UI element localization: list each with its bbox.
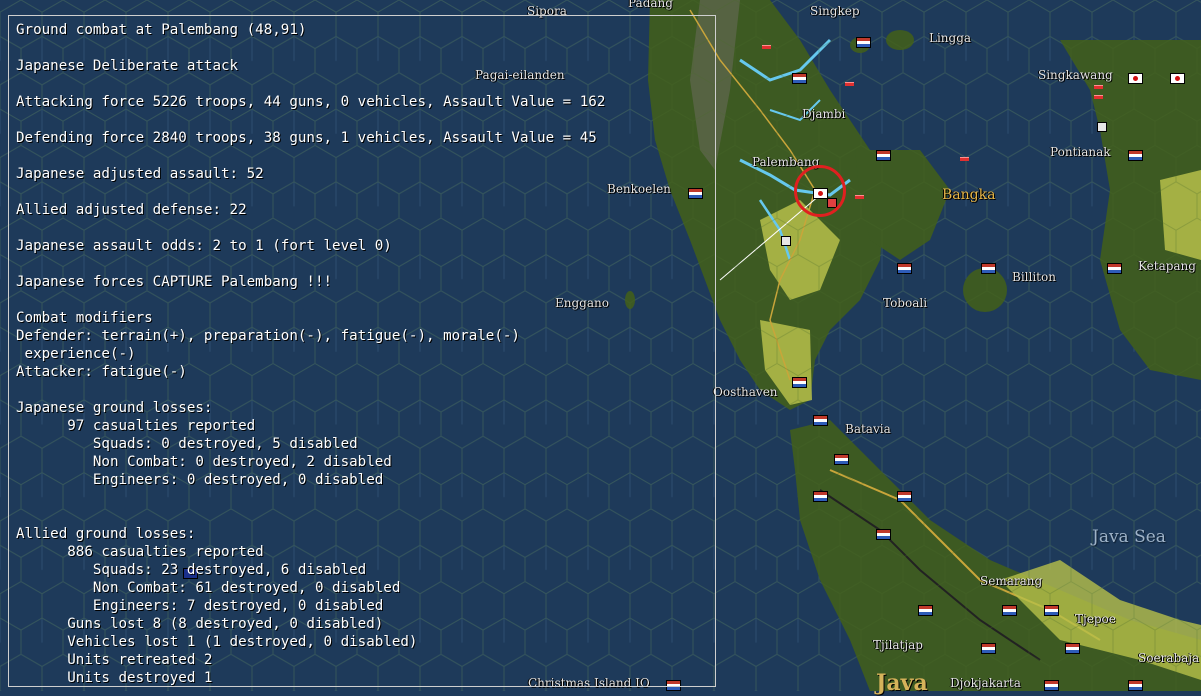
selected-hex-ring[interactable]	[794, 165, 846, 217]
allied-unit-flag[interactable]	[981, 643, 996, 654]
report-line: Allied ground losses:	[16, 526, 196, 542]
allied-unit-flag[interactable]	[897, 263, 912, 274]
report-line: Defending force 2840 troops, 38 guns, 1 …	[16, 130, 597, 146]
report-line	[16, 111, 715, 129]
report-line: Non Combat: 0 destroyed, 2 disabled	[16, 454, 392, 470]
japanese-unit-flag[interactable]	[1170, 73, 1185, 84]
allied-unit-flag[interactable]	[1128, 680, 1143, 691]
allied-unit-flag[interactable]	[813, 491, 828, 502]
report-line	[16, 255, 715, 273]
ship-icon[interactable]	[845, 82, 854, 86]
report-line: Squads: 0 destroyed, 5 disabled	[16, 436, 358, 452]
map-label-semarang: Semarang	[980, 574, 1043, 588]
allied-unit-flag[interactable]	[1065, 643, 1080, 654]
report-line	[16, 147, 715, 165]
map-label-tjepoe: Tjepoe	[1075, 612, 1116, 626]
map-label-singkawang: Singkawang	[1038, 68, 1113, 82]
report-line: Engineers: 7 destroyed, 0 disabled	[16, 598, 384, 614]
map-label-oosthaven: Oosthaven	[713, 385, 778, 399]
allied-unit-flag[interactable]	[1044, 605, 1059, 616]
report-line: Defender: terrain(+), preparation(-), fa…	[16, 328, 520, 344]
report-line	[16, 507, 715, 525]
airbase-icon[interactable]	[781, 236, 791, 246]
map-label-pontianak: Pontianak	[1050, 145, 1111, 159]
report-line: Units retreated 2	[16, 652, 213, 668]
report-line: Combat modifiers	[16, 310, 153, 326]
report-line	[16, 489, 715, 507]
allied-unit-flag[interactable]	[792, 73, 807, 84]
combat-report-lines: Ground combat at Palembang (48,91) Japane…	[16, 21, 715, 687]
report-line: Japanese ground losses:	[16, 400, 213, 416]
allied-unit-flag[interactable]	[813, 415, 828, 426]
report-line	[16, 75, 715, 93]
allied-unit-flag[interactable]	[981, 263, 996, 274]
allied-unit-flag[interactable]	[876, 150, 891, 161]
ship-icon[interactable]	[1094, 85, 1103, 89]
report-line	[16, 39, 715, 57]
allied-unit-flag[interactable]	[1128, 150, 1143, 161]
report-line: experience(-)	[16, 346, 136, 362]
report-line: Units destroyed 1	[16, 670, 213, 686]
report-line	[16, 291, 715, 309]
map-label-java-sea: Java Sea	[1092, 527, 1166, 547]
map-label-toboali: Toboali	[883, 296, 928, 310]
allied-unit-flag[interactable]	[792, 377, 807, 388]
combat-report-panel: Ground combat at Palembang (48,91) Japane…	[8, 15, 716, 687]
map-label-ketapang: Ketapang	[1138, 259, 1196, 273]
japanese-unit-flag[interactable]	[1128, 73, 1143, 84]
airbase-icon[interactable]	[1097, 122, 1107, 132]
report-line	[16, 183, 715, 201]
report-line: Japanese assault odds: 2 to 1 (fort leve…	[16, 238, 392, 254]
map-label-billiton: Billiton	[1012, 270, 1056, 284]
ship-icon[interactable]	[855, 195, 864, 199]
map-label-djokjakarta: Djokjakarta	[950, 676, 1021, 690]
map-label-java: Java	[876, 670, 928, 696]
allied-unit-flag[interactable]	[876, 529, 891, 540]
report-line: Engineers: 0 destroyed, 0 disabled	[16, 472, 384, 488]
report-line: Attacker: fatigue(-)	[16, 364, 187, 380]
map-label-djambi: Djambi	[802, 107, 846, 121]
map-label-soerabaja: Soerabaja	[1138, 651, 1200, 665]
map-label-singkep: Singkep	[810, 4, 860, 18]
report-line: Attacking force 5226 troops, 44 guns, 0 …	[16, 94, 606, 110]
allied-unit-flag[interactable]	[918, 605, 933, 616]
report-line: Guns lost 8 (8 destroyed, 0 disabled)	[16, 616, 384, 632]
report-line: Allied adjusted defense: 22	[16, 202, 247, 218]
report-line: 97 casualties reported	[16, 418, 256, 434]
allied-unit-flag[interactable]	[856, 37, 871, 48]
report-line: 886 casualties reported	[16, 544, 264, 560]
map-label-lingga: Lingga	[929, 31, 972, 45]
report-line: Squads: 23 destroyed, 6 disabled	[16, 562, 367, 578]
report-line: Japanese forces CAPTURE Palembang !!!	[16, 274, 333, 290]
report-line: Japanese Deliberate attack	[16, 58, 239, 74]
map-label-bangka: Bangka	[942, 187, 996, 203]
ship-icon[interactable]	[762, 45, 771, 49]
map-label-tjilatjap: Tjilatjap	[873, 638, 923, 652]
map-label-batavia: Batavia	[845, 422, 891, 436]
ship-icon[interactable]	[1094, 95, 1103, 99]
report-line: Ground combat at Palembang (48,91)	[16, 22, 307, 38]
report-line: Vehicles lost 1 (1 destroyed, 0 disabled…	[16, 634, 418, 650]
ship-icon[interactable]	[960, 157, 969, 161]
allied-unit-flag[interactable]	[834, 454, 849, 465]
allied-unit-flag[interactable]	[1107, 263, 1122, 274]
report-line: Japanese adjusted assault: 52	[16, 166, 264, 182]
map-label-padang: Padang	[628, 0, 673, 10]
allied-unit-flag[interactable]	[897, 491, 912, 502]
allied-unit-flag[interactable]	[1044, 680, 1059, 691]
report-line	[16, 219, 715, 237]
allied-unit-flag[interactable]	[1002, 605, 1017, 616]
report-line: Non Combat: 61 destroyed, 0 disabled	[16, 580, 401, 596]
report-line	[16, 381, 715, 399]
